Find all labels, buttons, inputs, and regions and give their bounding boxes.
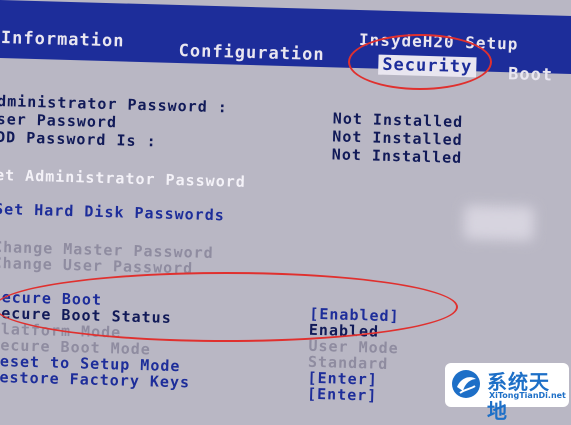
hdd-password-status: Not Installed — [331, 145, 463, 167]
tab-boot[interactable]: Boot — [508, 64, 553, 85]
blurred-region — [463, 205, 535, 241]
watermark-logo: 系统天地 XiTongTianDi.net — [445, 363, 569, 423]
globe-logo-icon — [452, 370, 480, 398]
watermark-site: XiTongTianDi.net — [489, 391, 566, 400]
tab-information[interactable]: Information — [1, 28, 125, 51]
hdd-password-label: DD Password Is : — [0, 127, 157, 151]
tab-configuration[interactable]: Configuration — [178, 41, 325, 65]
restore-factory-keys-value[interactable]: [Enter] — [307, 385, 378, 405]
annotation-circle-security-tab — [348, 34, 492, 90]
set-hdd-passwords-item[interactable]: Set Hard Disk Passwords — [0, 200, 225, 224]
set-admin-password-item[interactable]: et Administrator Password — [0, 166, 246, 191]
annotation-circle-secure-boot — [0, 272, 458, 342]
